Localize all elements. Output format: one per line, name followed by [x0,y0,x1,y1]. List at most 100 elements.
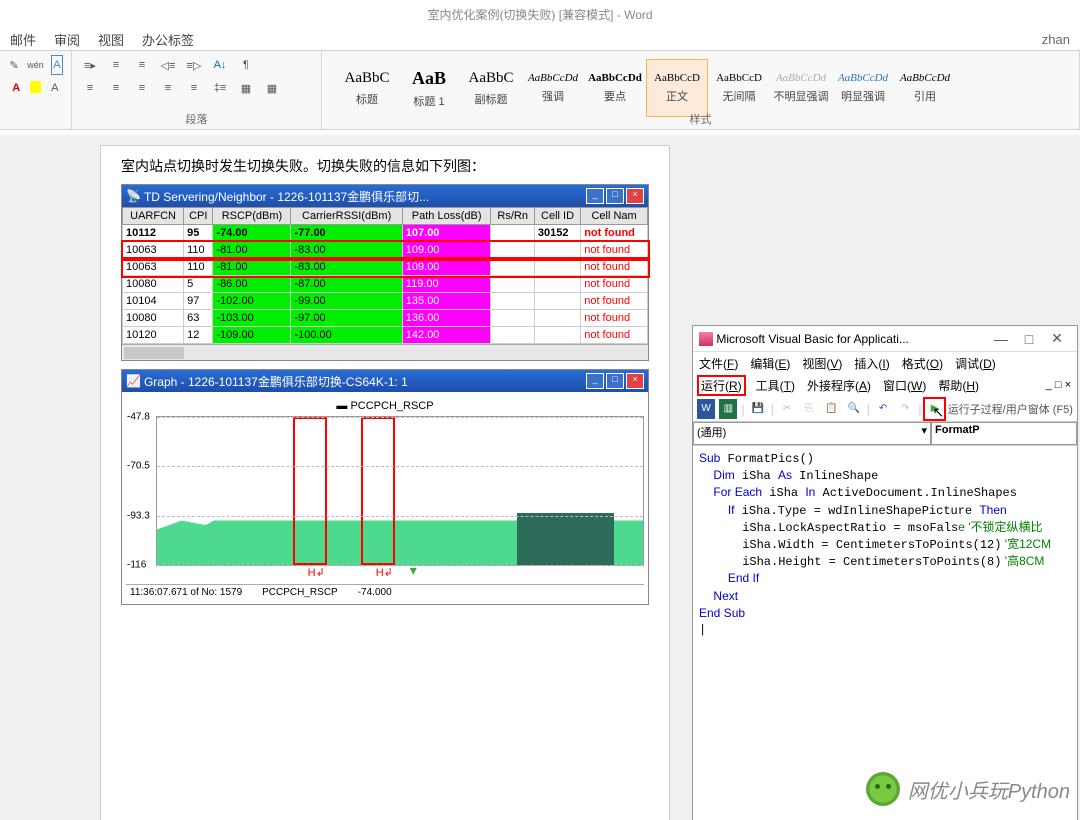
restore-icon[interactable]: _ [1046,379,1055,391]
distributed-icon[interactable]: ≡ [184,78,204,98]
col-header[interactable]: Rs/Rn [491,208,534,225]
align-center-icon[interactable]: ≡ [106,78,126,98]
table-row[interactable]: 1012012-109.00-100.00142.00not found [123,327,648,344]
undo-icon[interactable]: ↶ [874,399,892,419]
vba-menu-item[interactable]: 运行(R) [699,377,744,394]
table-row[interactable]: 1008063-103.00-97.00136.00not found [123,310,648,327]
multilevel-icon[interactable]: ≡ [132,55,152,75]
col-header[interactable]: Path Loss(dB) [402,208,491,225]
document-page: 室内站点切换时发生切换失败。切换失败的信息如下列图： 📡 TD Serverin… [100,145,670,820]
run-button[interactable]: ▶↖ [925,399,943,419]
style-标题 1[interactable]: AaB标题 1 [398,59,460,117]
vba-menu-item[interactable]: 外接程序(A) [807,377,871,394]
col-header[interactable]: UARFCN [123,208,184,225]
maximize-icon[interactable]: □ [606,373,624,389]
cut-icon[interactable]: ✂ [778,399,796,419]
table-row[interactable]: 100805-86.00-87.00119.00not found [123,276,648,293]
vba-title-text: Microsoft Visual Basic for Applicati... [716,332,909,346]
run-tooltip: 运行子过程/用户窗体 (F5) [948,401,1073,417]
col-header[interactable]: Cell ID [534,208,580,225]
sort-icon[interactable]: A↓ [210,55,230,75]
style-明显强调[interactable]: AaBbCcDd明显强调 [832,59,894,117]
phonetic-guide-icon[interactable]: wén [26,55,45,75]
table-row[interactable]: 10063110-81.00-83.00109.00not found [123,242,648,259]
chart-legend: ▬ PCCPCH_RSCP [126,396,644,416]
vba-menu-item[interactable]: 窗口(W) [883,377,926,394]
maximize-icon[interactable]: □ [1015,331,1043,347]
vba-menu-item[interactable]: 格式(O) [902,355,943,372]
body-text: 室内站点切换时发生切换失败。切换失败的信息如下列图： [121,156,649,176]
vba-menu-item[interactable]: 编辑(E) [750,355,790,372]
col-header[interactable]: Cell Nam [581,208,648,225]
save-icon[interactable]: 💾 [749,399,767,419]
style-不明显强调[interactable]: AaBbCcDd不明显强调 [770,59,832,117]
line-spacing-icon[interactable]: ‡≡ [210,78,230,98]
code-editor[interactable]: Sub FormatPics() Dim iSha As InlineShape… [693,446,1077,820]
ribbon-group-styles: AaBbC标题AaB标题 1AaBbC副标题AaBbCcDd强调AaBbCcDd… [322,51,1080,129]
max-icon[interactable]: □ [1055,379,1065,391]
embed2-title: Graph - 1226-101137金鹏俱乐部切换-CS64K-1: 1 [144,373,408,390]
highlight-icon[interactable] [30,81,40,93]
vba-toolbar: W ▥ | 💾 | ✂ ⎘ 📋 🔍 | ↶ ↷ | ▶↖ 运行子过程/用户窗体 … [693,396,1077,422]
style-要点[interactable]: AaBbCcDd要点 [584,59,646,117]
copy-icon[interactable]: ⎘ [800,399,818,419]
menu-office-tabs[interactable]: 办公标签 [142,30,194,49]
vba-combo-row: (通用)▾ FormatP [693,422,1077,446]
menu-review[interactable]: 审阅 [54,30,80,49]
char-border-icon[interactable]: A [51,55,63,75]
vba-menu-item[interactable]: 插入(I) [854,355,889,372]
style-无间隔[interactable]: AaBbCcD无间隔 [708,59,770,117]
hscrollbar[interactable] [122,344,648,360]
justify-icon[interactable]: ≡ [158,78,178,98]
redo-icon[interactable]: ↷ [896,399,914,419]
format-painter-icon[interactable]: ✎ [8,55,20,75]
style-引用[interactable]: AaBbCcDd引用 [894,59,956,117]
align-right-icon[interactable]: ≡ [132,78,152,98]
close-icon[interactable]: × [626,188,644,204]
inc-indent-icon[interactable]: ≡▷ [184,55,204,75]
excel-icon[interactable]: ▥ [719,399,737,419]
paste-icon[interactable]: 📋 [822,399,840,419]
watermark: 网优小兵玩Python [866,772,1070,806]
vba-titlebar[interactable]: Microsoft Visual Basic for Applicati... … [693,326,1077,352]
align-left-icon[interactable]: ≡ [80,78,100,98]
vba-menu-item[interactable]: 文件(F) [699,355,738,372]
col-header[interactable]: CarrierRSSI(dBm) [291,208,402,225]
font-color-icon[interactable]: A [8,78,24,98]
vba-menu-item[interactable]: 视图(V) [802,355,842,372]
show-marks-icon[interactable]: ¶ [236,55,256,75]
shading-icon[interactable]: ▦ [236,78,256,98]
close-icon[interactable]: ✕ [1043,330,1071,347]
find-icon[interactable]: 🔍 [845,399,863,419]
col-header[interactable]: CPI [184,208,213,225]
marker-label-1: H↲ [308,566,325,579]
maximize-icon[interactable]: □ [606,188,624,204]
close-icon[interactable]: × [1065,379,1071,391]
minimize-icon[interactable]: — [987,331,1015,347]
vba-menu-item[interactable]: 帮助(H) [938,377,979,394]
minimize-icon[interactable]: _ [586,373,604,389]
table-row[interactable]: 10063110-81.00-83.00109.00not found [123,259,648,276]
menu-view[interactable]: 视图 [98,30,124,49]
object-combo[interactable]: (通用)▾ [693,422,931,445]
proc-combo[interactable]: FormatP [931,422,1077,445]
char-shading-icon[interactable]: A [47,78,63,98]
menu-mail[interactable]: 邮件 [10,30,36,49]
vba-menu-item[interactable]: 工具(T) [756,377,795,394]
minimize-icon[interactable]: _ [586,188,604,204]
table-row[interactable]: 1011295-74.00-77.00107.0030152not found [123,225,648,242]
style-副标题[interactable]: AaBbC副标题 [460,59,522,117]
word-icon[interactable]: W [697,399,715,419]
style-强调[interactable]: AaBbCcDd强调 [522,59,584,117]
ribbon-group-paragraph: ≡▸ ≡ ≡ ◁≡ ≡▷ A↓ ¶ ≡ ≡ ≡ ≡ ≡ ‡≡ ▦ ▦ 段落 [72,51,322,129]
borders-icon[interactable]: ▦ [262,78,282,98]
dec-indent-icon[interactable]: ◁≡ [158,55,178,75]
style-正文[interactable]: AaBbCcD正文 [646,59,708,117]
close-icon[interactable]: × [626,373,644,389]
vba-menu-item[interactable]: 调试(D) [955,355,996,372]
bullets-icon[interactable]: ≡▸ [80,55,100,75]
col-header[interactable]: RSCP(dBm) [213,208,291,225]
numbering-icon[interactable]: ≡ [106,55,126,75]
style-标题[interactable]: AaBbC标题 [336,59,398,117]
table-row[interactable]: 1010497-102.00-99.00135.00not found [123,293,648,310]
